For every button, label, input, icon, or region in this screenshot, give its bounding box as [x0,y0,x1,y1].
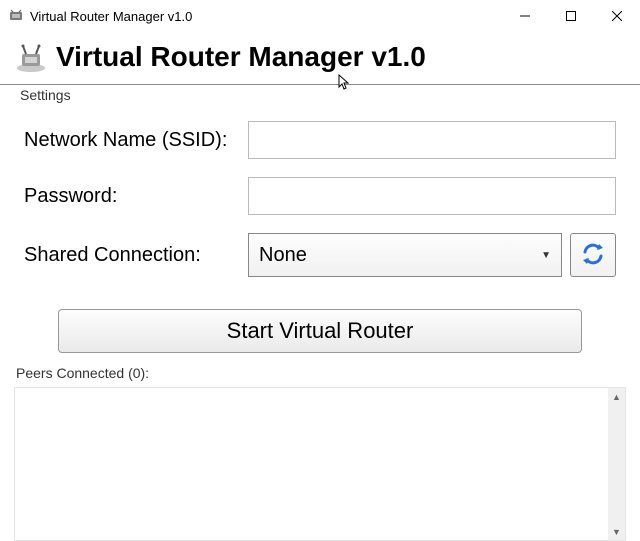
peers-group: Peers Connected (0): ▲ ▼ [14,365,626,541]
window-title: Virtual Router Manager v1.0 [30,9,502,24]
settings-group: Settings Network Name (SSID): Password: … [14,91,626,297]
maximize-button[interactable] [548,0,594,32]
password-row: Password: [24,177,616,215]
app-icon [8,8,24,24]
refresh-icon [581,242,605,269]
peers-legend: Peers Connected (0): [14,365,151,381]
peers-list: ▲ ▼ [14,387,626,541]
shared-connection-select[interactable]: None ▼ [248,233,562,277]
scroll-down-icon[interactable]: ▼ [608,523,625,540]
ssid-label: Network Name (SSID): [24,129,248,152]
shared-connection-label: Shared Connection: [24,244,248,267]
minimize-button[interactable] [502,0,548,32]
shared-connection-row: Shared Connection: None ▼ [24,233,616,277]
scrollbar[interactable]: ▲ ▼ [608,388,625,540]
chevron-down-icon: ▼ [541,250,551,261]
window-controls [502,0,640,32]
app-header: Virtual Router Manager v1.0 [0,32,640,85]
close-button[interactable] [594,0,640,32]
app-logo-icon [14,40,48,74]
ssid-row: Network Name (SSID): [24,121,616,159]
titlebar: Virtual Router Manager v1.0 [0,0,640,32]
settings-legend: Settings [16,87,75,103]
page-title: Virtual Router Manager v1.0 [56,41,426,73]
password-label: Password: [24,185,248,208]
ssid-input[interactable] [248,121,616,159]
password-input[interactable] [248,177,616,215]
shared-connection-value: None [259,244,307,267]
scroll-up-icon[interactable]: ▲ [608,388,625,405]
refresh-button[interactable] [570,233,616,277]
start-virtual-router-button[interactable]: Start Virtual Router [58,309,582,353]
